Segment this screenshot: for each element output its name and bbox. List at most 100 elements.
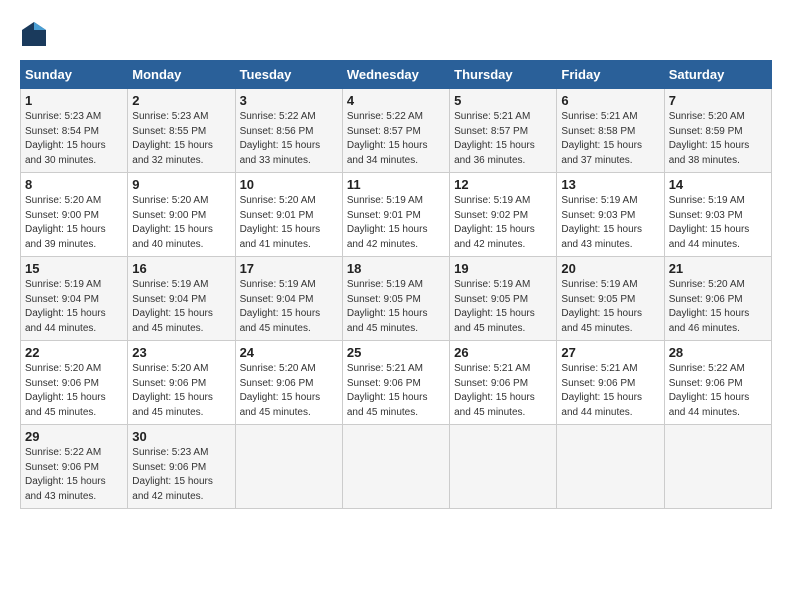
- calendar-week-5: 29 Sunrise: 5:22 AM Sunset: 9:06 PM Dayli…: [21, 425, 772, 509]
- day-info: Sunrise: 5:19 AM Sunset: 9:04 PM Dayligh…: [132, 278, 230, 336]
- calendar-cell: 11Sunrise: 5:19 AM Sunset: 9:01 PM Dayli…: [342, 173, 449, 257]
- day-number: 17: [240, 261, 338, 276]
- calendar-cell: [235, 425, 342, 509]
- calendar-cell: 8 Sunrise: 5:20 AM Sunset: 9:00 PM Daylig…: [21, 173, 128, 257]
- calendar-cell: 5 Sunrise: 5:21 AM Sunset: 8:57 PM Daylig…: [450, 89, 557, 173]
- calendar-cell: 24 Sunrise: 5:20 AM Sunset: 9:06 PM Dayli…: [235, 341, 342, 425]
- day-number: 18: [347, 261, 445, 276]
- day-number: 14: [669, 177, 767, 192]
- calendar-cell: 15 Sunrise: 5:19 AM Sunset: 9:04 PM Dayli…: [21, 257, 128, 341]
- header-friday: Friday: [557, 61, 664, 89]
- calendar-cell: 27 Sunrise: 5:21 AM Sunset: 9:06 PM Dayli…: [557, 341, 664, 425]
- header-thursday: Thursday: [450, 61, 557, 89]
- page-header: [20, 20, 772, 48]
- day-number: 26: [454, 345, 552, 360]
- calendar-cell: [342, 425, 449, 509]
- day-number: 11: [347, 177, 445, 192]
- day-info: Sunrise: 5:20 AM Sunset: 8:59 PM Dayligh…: [669, 110, 767, 168]
- day-info: Sunrise: 5:21 AM Sunset: 8:57 PM Dayligh…: [454, 110, 552, 168]
- day-info: Sunrise: 5:19 AM Sunset: 9:05 PM Dayligh…: [561, 278, 659, 336]
- day-info: Sunrise: 5:20 AM Sunset: 9:00 PM Dayligh…: [25, 194, 123, 252]
- calendar-cell: 9Sunrise: 5:20 AM Sunset: 9:00 PM Daylig…: [128, 173, 235, 257]
- calendar-table: SundayMondayTuesdayWednesdayThursdayFrid…: [20, 60, 772, 509]
- calendar-week-4: 22 Sunrise: 5:20 AM Sunset: 9:06 PM Dayli…: [21, 341, 772, 425]
- day-number: 21: [669, 261, 767, 276]
- day-number: 7: [669, 93, 767, 108]
- day-number: 5: [454, 93, 552, 108]
- day-info: Sunrise: 5:21 AM Sunset: 9:06 PM Dayligh…: [561, 362, 659, 420]
- calendar-cell: [557, 425, 664, 509]
- calendar-cell: 16 Sunrise: 5:19 AM Sunset: 9:04 PM Dayli…: [128, 257, 235, 341]
- day-number: 29: [25, 429, 123, 444]
- day-info: Sunrise: 5:20 AM Sunset: 9:06 PM Dayligh…: [669, 278, 767, 336]
- day-info: Sunrise: 5:19 AM Sunset: 9:02 PM Dayligh…: [454, 194, 552, 252]
- calendar-cell: 19 Sunrise: 5:19 AM Sunset: 9:05 PM Dayli…: [450, 257, 557, 341]
- day-number: 3: [240, 93, 338, 108]
- calendar-cell: 29 Sunrise: 5:22 AM Sunset: 9:06 PM Dayli…: [21, 425, 128, 509]
- calendar-cell: 30 Sunrise: 5:23 AM Sunset: 9:06 PM Dayli…: [128, 425, 235, 509]
- day-info: Sunrise: 5:20 AM Sunset: 9:06 PM Dayligh…: [240, 362, 338, 420]
- day-info: Sunrise: 5:19 AM Sunset: 9:03 PM Dayligh…: [561, 194, 659, 252]
- day-info: Sunrise: 5:19 AM Sunset: 9:05 PM Dayligh…: [347, 278, 445, 336]
- header-sunday: Sunday: [21, 61, 128, 89]
- calendar-cell: 12 Sunrise: 5:19 AM Sunset: 9:02 PM Dayli…: [450, 173, 557, 257]
- calendar-cell: 6 Sunrise: 5:21 AM Sunset: 8:58 PM Daylig…: [557, 89, 664, 173]
- day-number: 23: [132, 345, 230, 360]
- day-info: Sunrise: 5:19 AM Sunset: 9:04 PM Dayligh…: [25, 278, 123, 336]
- day-number: 22: [25, 345, 123, 360]
- day-info: Sunrise: 5:20 AM Sunset: 9:06 PM Dayligh…: [132, 362, 230, 420]
- calendar-week-3: 15 Sunrise: 5:19 AM Sunset: 9:04 PM Dayli…: [21, 257, 772, 341]
- calendar-cell: 1 Sunrise: 5:23 AM Sunset: 8:54 PM Daylig…: [21, 89, 128, 173]
- day-number: 24: [240, 345, 338, 360]
- calendar-cell: 21 Sunrise: 5:20 AM Sunset: 9:06 PM Dayli…: [664, 257, 771, 341]
- logo: [20, 20, 52, 48]
- day-info: Sunrise: 5:20 AM Sunset: 9:06 PM Dayligh…: [25, 362, 123, 420]
- calendar-cell: 22 Sunrise: 5:20 AM Sunset: 9:06 PM Dayli…: [21, 341, 128, 425]
- calendar-cell: 28 Sunrise: 5:22 AM Sunset: 9:06 PM Dayli…: [664, 341, 771, 425]
- calendar-week-1: 1 Sunrise: 5:23 AM Sunset: 8:54 PM Daylig…: [21, 89, 772, 173]
- day-info: Sunrise: 5:21 AM Sunset: 9:06 PM Dayligh…: [454, 362, 552, 420]
- day-number: 19: [454, 261, 552, 276]
- day-number: 12: [454, 177, 552, 192]
- day-number: 30: [132, 429, 230, 444]
- calendar-cell: 13 Sunrise: 5:19 AM Sunset: 9:03 PM Dayli…: [557, 173, 664, 257]
- calendar-cell: 3Sunrise: 5:22 AM Sunset: 8:56 PM Daylig…: [235, 89, 342, 173]
- calendar-cell: 14 Sunrise: 5:19 AM Sunset: 9:03 PM Dayli…: [664, 173, 771, 257]
- day-info: Sunrise: 5:20 AM Sunset: 9:00 PM Dayligh…: [132, 194, 230, 252]
- day-info: Sunrise: 5:23 AM Sunset: 9:06 PM Dayligh…: [132, 446, 230, 504]
- day-number: 1: [25, 93, 123, 108]
- calendar-week-2: 8 Sunrise: 5:20 AM Sunset: 9:00 PM Daylig…: [21, 173, 772, 257]
- calendar-cell: 4Sunrise: 5:22 AM Sunset: 8:57 PM Daylig…: [342, 89, 449, 173]
- day-info: Sunrise: 5:23 AM Sunset: 8:54 PM Dayligh…: [25, 110, 123, 168]
- day-number: 13: [561, 177, 659, 192]
- day-info: Sunrise: 5:22 AM Sunset: 8:57 PM Dayligh…: [347, 110, 445, 168]
- header-saturday: Saturday: [664, 61, 771, 89]
- day-info: Sunrise: 5:20 AM Sunset: 9:01 PM Dayligh…: [240, 194, 338, 252]
- calendar-cell: [450, 425, 557, 509]
- day-number: 6: [561, 93, 659, 108]
- day-info: Sunrise: 5:22 AM Sunset: 9:06 PM Dayligh…: [25, 446, 123, 504]
- calendar-cell: [664, 425, 771, 509]
- day-info: Sunrise: 5:21 AM Sunset: 8:58 PM Dayligh…: [561, 110, 659, 168]
- calendar-cell: 18 Sunrise: 5:19 AM Sunset: 9:05 PM Dayli…: [342, 257, 449, 341]
- calendar-cell: 23 Sunrise: 5:20 AM Sunset: 9:06 PM Dayli…: [128, 341, 235, 425]
- header-tuesday: Tuesday: [235, 61, 342, 89]
- day-number: 25: [347, 345, 445, 360]
- logo-icon: [20, 20, 48, 48]
- day-info: Sunrise: 5:19 AM Sunset: 9:03 PM Dayligh…: [669, 194, 767, 252]
- day-info: Sunrise: 5:23 AM Sunset: 8:55 PM Dayligh…: [132, 110, 230, 168]
- day-number: 16: [132, 261, 230, 276]
- day-info: Sunrise: 5:19 AM Sunset: 9:05 PM Dayligh…: [454, 278, 552, 336]
- day-info: Sunrise: 5:19 AM Sunset: 9:04 PM Dayligh…: [240, 278, 338, 336]
- calendar-cell: 10Sunrise: 5:20 AM Sunset: 9:01 PM Dayli…: [235, 173, 342, 257]
- calendar-cell: 17 Sunrise: 5:19 AM Sunset: 9:04 PM Dayli…: [235, 257, 342, 341]
- day-number: 27: [561, 345, 659, 360]
- day-info: Sunrise: 5:22 AM Sunset: 9:06 PM Dayligh…: [669, 362, 767, 420]
- day-number: 20: [561, 261, 659, 276]
- day-number: 28: [669, 345, 767, 360]
- day-number: 15: [25, 261, 123, 276]
- calendar-cell: 25Sunrise: 5:21 AM Sunset: 9:06 PM Dayli…: [342, 341, 449, 425]
- calendar-cell: 20 Sunrise: 5:19 AM Sunset: 9:05 PM Dayli…: [557, 257, 664, 341]
- calendar-cell: 26 Sunrise: 5:21 AM Sunset: 9:06 PM Dayli…: [450, 341, 557, 425]
- day-number: 8: [25, 177, 123, 192]
